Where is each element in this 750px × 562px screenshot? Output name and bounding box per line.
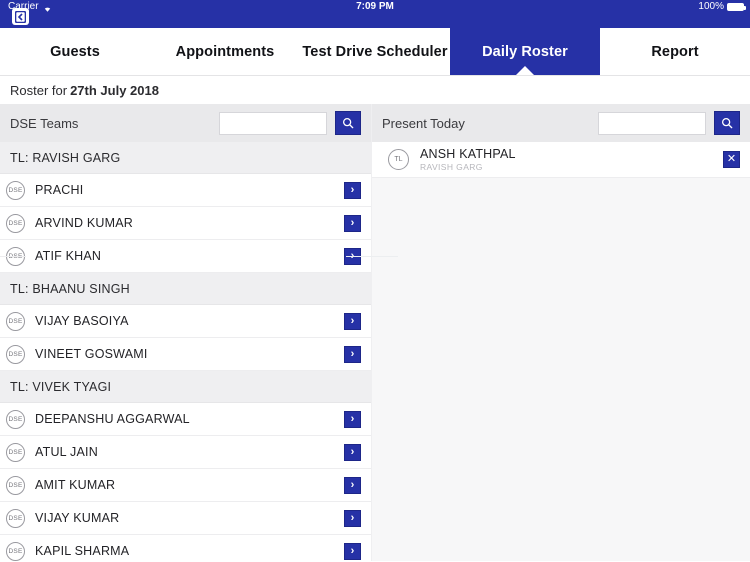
- pane-scroll-rule: [0, 256, 26, 257]
- list-item[interactable]: TL ANSH KATHPAL RAVISH GARG ✕: [372, 142, 750, 178]
- dse-teams-pane: DSE Teams TL: RAVISH GARG DSE PRACHI › DSE AR…: [0, 104, 372, 562]
- member-name: ATUL JAIN: [35, 445, 98, 459]
- present-today-search-input[interactable]: [598, 111, 706, 135]
- member-name: VIJAY BASOIYA: [35, 314, 129, 328]
- present-today-pane: Present Today TL ANSH KATHPAL RAVISH GARG ✕: [346, 104, 750, 561]
- team-group-title: TL: RAVISH GARG: [10, 150, 121, 165]
- table-row[interactable]: DSE KAPIL SHARMA ›: [0, 535, 371, 562]
- table-row[interactable]: DSE DEEPANSHU AGGARWAL ›: [0, 403, 371, 436]
- present-today-header: Present Today: [372, 104, 750, 142]
- status-bar-clock: 7:09 PM: [356, 1, 394, 12]
- member-name: KAPIL SHARMA: [35, 544, 130, 558]
- member-name: VINEET GOSWAMI: [35, 347, 148, 361]
- member-name: DEEPANSHU AGGARWAL: [35, 412, 190, 426]
- main-tab-bar: Guests Appointments Test Drive Scheduler…: [0, 28, 750, 76]
- app-root: Carrier 7:09 PM 100% Guests Appointments: [0, 0, 750, 562]
- chevron-right-icon: ›: [350, 216, 355, 229]
- member-name: ARVIND KUMAR: [35, 216, 134, 230]
- chevron-right-icon: ›: [350, 544, 355, 557]
- roster-date-title: Roster for 27th July 2018: [0, 76, 750, 104]
- present-entry-texts: ANSH KATHPAL RAVISH GARG: [420, 147, 712, 172]
- member-name: ATIF KHAN: [35, 249, 102, 263]
- roster-date-value: 27th July 2018: [70, 82, 159, 98]
- chevron-right-icon: ›: [350, 412, 355, 425]
- table-row[interactable]: DSE ARVIND KUMAR ›: [0, 207, 371, 240]
- present-entry-name: ANSH KATHPAL: [420, 147, 516, 161]
- dse-teams-header: DSE Teams: [0, 104, 371, 142]
- avatar: DSE: [6, 508, 25, 528]
- tab-appointments[interactable]: Appointments: [150, 28, 300, 75]
- present-entry-team-lead: RAVISH GARG: [420, 162, 483, 172]
- table-row[interactable]: DSEATIF KHAN›: [0, 240, 371, 273]
- chevron-right-icon: ›: [350, 445, 355, 458]
- battery-percent-label: 100%: [698, 1, 724, 12]
- tab-label: Test Drive Scheduler: [302, 43, 448, 60]
- avatar: DSE: [6, 541, 25, 561]
- assign-member-button[interactable]: ›: [344, 214, 361, 232]
- tab-label: Guests: [50, 43, 100, 60]
- tab-label: Daily Roster: [482, 43, 568, 60]
- avatar: DSE: [6, 311, 25, 331]
- assign-member-button[interactable]: ›: [344, 542, 361, 560]
- tab-test-drive-scheduler[interactable]: Test Drive Scheduler: [300, 28, 450, 75]
- tab-guests[interactable]: Guests: [0, 28, 150, 75]
- table-row[interactable]: DSE VINEET GOSWAMI ›: [0, 338, 371, 371]
- tab-daily-roster[interactable]: Daily Roster: [450, 28, 600, 75]
- present-today-label: Present Today: [382, 115, 465, 131]
- table-row[interactable]: DSE VIJAY KUMAR ›: [0, 502, 371, 535]
- chevron-right-icon: ›: [350, 347, 355, 360]
- avatar: DSE: [6, 180, 25, 200]
- table-row[interactable]: DSE ATUL JAIN ›: [0, 436, 371, 469]
- tab-report[interactable]: Report: [600, 28, 750, 75]
- avatar: DSE: [6, 475, 25, 495]
- chevron-right-icon: ›: [350, 478, 355, 491]
- present-pane-scroll-rule: [346, 256, 398, 257]
- roster-prefix-label: Roster for: [10, 82, 68, 98]
- search-icon: [721, 117, 733, 129]
- remove-present-button[interactable]: ✕: [723, 151, 740, 168]
- status-bar: Carrier 7:09 PM 100%: [0, 0, 750, 28]
- battery-full-icon: [727, 3, 746, 11]
- avatar: DSE: [6, 409, 25, 429]
- tab-label: Report: [651, 43, 699, 60]
- assign-member-button[interactable]: ›: [344, 312, 361, 330]
- chevron-right-icon: ›: [350, 314, 355, 327]
- tab-label: Appointments: [175, 43, 275, 60]
- close-icon: ✕: [726, 153, 737, 165]
- team-group-header: TL: VIVEK TYAGI: [0, 371, 371, 403]
- assign-member-button[interactable]: ›: [344, 410, 361, 428]
- member-name: VIJAY KUMAR: [35, 511, 120, 525]
- dse-teams-search-input[interactable]: [219, 111, 327, 135]
- avatar: DSE: [6, 442, 25, 462]
- table-row[interactable]: DSE AMIT KUMAR ›: [0, 469, 371, 502]
- active-tab-notch-icon: [516, 66, 534, 75]
- member-name: PRACHI: [35, 183, 84, 197]
- table-row[interactable]: DSE VIJAY BASOIYA ›: [0, 305, 371, 338]
- assign-member-button[interactable]: ›: [344, 476, 361, 494]
- dse-teams-list: TL: RAVISH GARG DSE PRACHI › DSE ARVIND KUMAR…: [0, 142, 371, 562]
- chevron-right-icon: ›: [350, 183, 355, 196]
- avatar: DSE: [6, 344, 25, 364]
- assign-member-button[interactable]: ›: [344, 345, 361, 363]
- dse-teams-label: DSE Teams: [10, 115, 79, 131]
- split-panes: DSE Teams TL: RAVISH GARG DSE PRACHI › DSE AR…: [0, 104, 750, 562]
- team-group-header: TL: RAVISH GARG: [0, 142, 371, 174]
- assign-member-button[interactable]: ›: [344, 509, 361, 527]
- assign-member-button[interactable]: ›: [344, 443, 361, 461]
- chevron-right-icon: ›: [350, 511, 355, 524]
- app-launch-icon[interactable]: [12, 8, 29, 25]
- member-name: AMIT KUMAR: [35, 478, 116, 492]
- search-icon: [342, 117, 354, 129]
- present-today-list: TL ANSH KATHPAL RAVISH GARG ✕: [372, 142, 750, 178]
- status-bar-right: 100%: [698, 1, 746, 13]
- assign-member-button[interactable]: ›: [344, 181, 361, 199]
- present-today-search-button[interactable]: [714, 111, 740, 135]
- avatar: TL: [388, 149, 409, 170]
- dse-teams-search-button[interactable]: [335, 111, 361, 135]
- avatar: DSE: [6, 213, 25, 233]
- team-group-title: TL: BHAANU SINGH: [10, 281, 130, 296]
- table-row[interactable]: DSE PRACHI ›: [0, 174, 371, 207]
- team-group-title: TL: VIVEK TYAGI: [10, 379, 112, 394]
- team-group-header: TL: BHAANU SINGH: [0, 273, 371, 305]
